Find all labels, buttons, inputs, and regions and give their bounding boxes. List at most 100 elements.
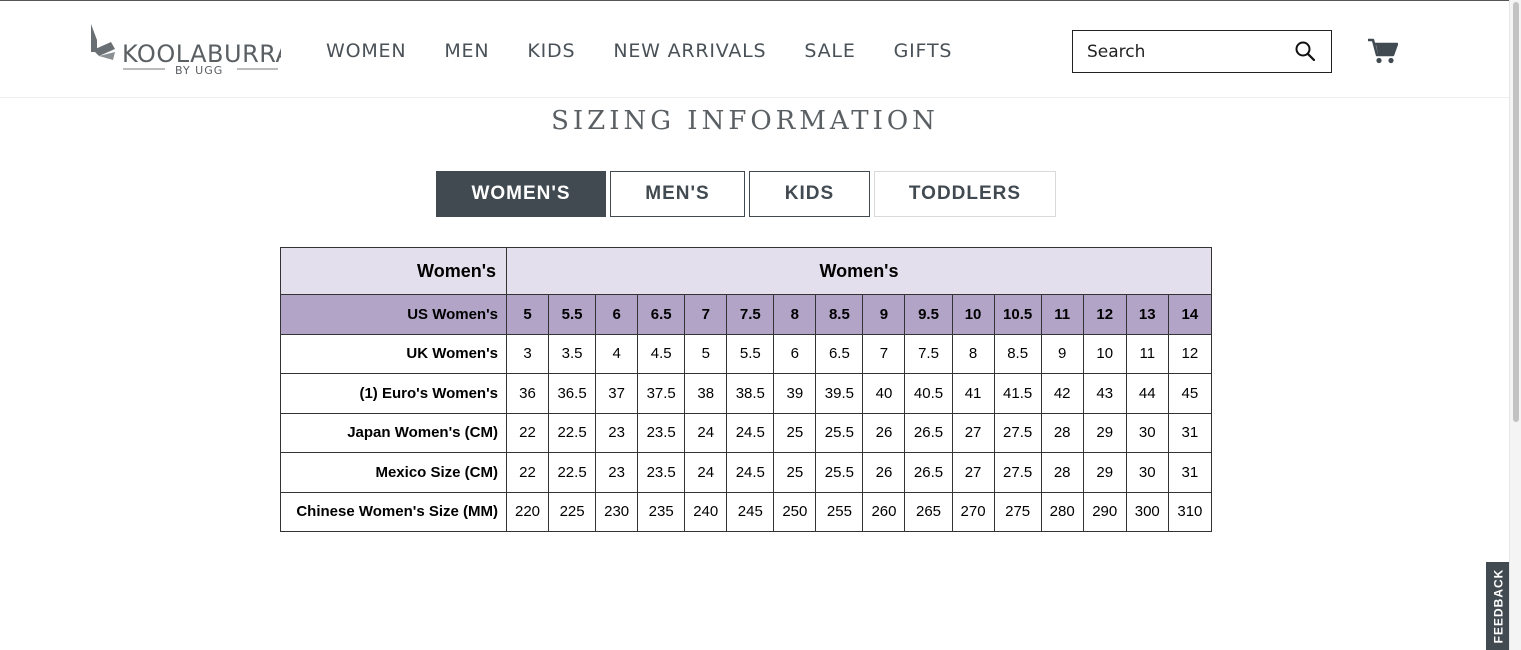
size-cell: 260	[862, 491, 906, 532]
tab-mens[interactable]: MEN'S	[610, 171, 745, 217]
size-cell: 255	[815, 491, 864, 532]
size-cell: 7.5	[904, 333, 953, 374]
size-cell: 9	[1040, 333, 1084, 374]
size-cell: 26	[862, 412, 906, 453]
nav-new-arrivals[interactable]: NEW ARRIVALS	[613, 40, 766, 62]
size-cell: 3.5	[548, 333, 597, 374]
size-cell: 25	[773, 412, 817, 453]
scrollbar-thumb[interactable]	[1513, 2, 1519, 422]
size-cell: 5	[505, 294, 550, 335]
search-icon[interactable]	[1295, 41, 1315, 61]
nav-men[interactable]: MEN	[444, 40, 489, 62]
size-cell: 42	[1040, 373, 1084, 414]
cart-icon[interactable]	[1368, 38, 1398, 64]
size-cell: 28	[1040, 452, 1084, 493]
size-cell: 29	[1082, 452, 1127, 493]
page-scrollbar[interactable]	[1509, 0, 1521, 650]
size-cell: 8	[951, 333, 995, 374]
search-box	[1072, 30, 1332, 73]
size-cell: 265	[904, 491, 953, 532]
table-group-header: Women's	[506, 247, 1212, 295]
size-cell: 24.5	[726, 412, 775, 453]
size-cell: 27.5	[993, 412, 1042, 453]
table-header-row: Women's Women's	[280, 247, 1212, 295]
size-cell: 11	[1125, 333, 1169, 374]
size-cell: 9	[862, 294, 906, 335]
nav-sale[interactable]: SALE	[804, 40, 855, 62]
feedback-tab[interactable]: FEEDBACK	[1486, 562, 1510, 650]
size-cell: 40.5	[904, 373, 953, 414]
size-cell: 41.5	[993, 373, 1042, 414]
page-title: SIZING INFORMATION	[551, 106, 939, 136]
brand-sub: BY UGG	[175, 64, 223, 76]
size-cell: 25	[773, 452, 817, 493]
table-row: US Women's 5 5.5 6 6.5 7 7.5 8 8.5 9 9.5 10 10.5 11 12…	[280, 294, 1213, 335]
table-row: Japan Women's (CM) 22 22.5 23 23.5 24 24.5 25 25…	[280, 412, 1213, 453]
size-cell: 225	[548, 491, 597, 532]
size-cell: 5.5	[726, 333, 775, 374]
row-label: US Women's	[280, 294, 507, 335]
tab-womens[interactable]: WOMEN'S	[436, 171, 606, 217]
size-cell: 26.5	[904, 452, 953, 493]
size-cell: 280	[1040, 491, 1084, 532]
size-cell: 5.5	[548, 294, 597, 335]
koolaburra-logo[interactable]: KOOLABURRA BY UGG	[89, 22, 281, 76]
size-cell: 31	[1167, 412, 1213, 453]
size-cell: 30	[1125, 412, 1169, 453]
size-cell: 24	[684, 412, 728, 453]
size-cell: 250	[773, 491, 817, 532]
size-cell: 26	[862, 452, 906, 493]
search-input[interactable]	[1087, 41, 1287, 62]
table-row: UK Women's 3 3.5 4 4.5 5 5.5 6 6.5 7 7.5 8 8.5 9 10 11 1…	[280, 333, 1213, 374]
size-cell: 40	[862, 373, 906, 414]
size-cell: 39.5	[815, 373, 864, 414]
size-cell: 27.5	[993, 452, 1042, 493]
table-corner-label: Women's	[280, 247, 507, 295]
feedback-label: FEEDBACK	[1491, 568, 1506, 644]
size-cell: 31	[1167, 452, 1213, 493]
size-cell: 235	[637, 491, 686, 532]
size-cell: 27	[951, 412, 995, 453]
size-cell: 7	[684, 294, 728, 335]
size-cell: 24	[684, 452, 728, 493]
size-cell: 4.5	[637, 333, 686, 374]
size-cell: 13	[1125, 294, 1169, 335]
size-cell: 36.5	[548, 373, 597, 414]
nav-gifts[interactable]: GIFTS	[894, 40, 953, 62]
tab-toddlers[interactable]: TODDLERS	[874, 171, 1056, 217]
row-label: Chinese Women's Size (MM)	[280, 491, 507, 532]
size-cell: 6.5	[637, 294, 686, 335]
size-cell: 220	[505, 491, 550, 532]
size-cell: 43	[1082, 373, 1127, 414]
size-cell: 27	[951, 452, 995, 493]
tab-kids[interactable]: KIDS	[749, 171, 870, 217]
size-cell: 25.5	[815, 452, 864, 493]
size-cell: 290	[1082, 491, 1127, 532]
size-cell: 23	[595, 452, 639, 493]
size-cell: 10.5	[993, 294, 1042, 335]
size-cell: 44	[1125, 373, 1169, 414]
size-cell: 22	[505, 412, 550, 453]
size-cell: 24.5	[726, 452, 775, 493]
size-cell: 8.5	[993, 333, 1042, 374]
nav-kids[interactable]: KIDS	[527, 40, 575, 62]
size-cell: 38	[684, 373, 728, 414]
size-cell: 22	[505, 452, 550, 493]
size-cell: 38.5	[726, 373, 775, 414]
size-cell: 37	[595, 373, 639, 414]
table-row: Chinese Women's Size (MM) 220 225 230 235 240…	[280, 491, 1213, 532]
size-chart-table: Women's Women's US Women's 5 5.5 6 6.5 7 7.5 8 8…	[280, 247, 1213, 532]
size-cell: 23.5	[637, 452, 686, 493]
size-cell: 6.5	[815, 333, 864, 374]
size-cell: 10	[951, 294, 995, 335]
main-nav: WOMEN MEN KIDS NEW ARRIVALS SALE GIFTS	[326, 40, 990, 62]
size-cell: 23	[595, 412, 639, 453]
table-row: Mexico Size (CM) 22 22.5 23 23.5 24 24.5 25 25.5…	[280, 452, 1213, 493]
size-cell: 26.5	[904, 412, 953, 453]
row-label: Mexico Size (CM)	[280, 452, 507, 493]
size-cell: 29	[1082, 412, 1127, 453]
size-cell: 45	[1167, 373, 1213, 414]
size-cell: 300	[1125, 491, 1169, 532]
nav-women[interactable]: WOMEN	[326, 40, 406, 62]
size-cell: 41	[951, 373, 995, 414]
